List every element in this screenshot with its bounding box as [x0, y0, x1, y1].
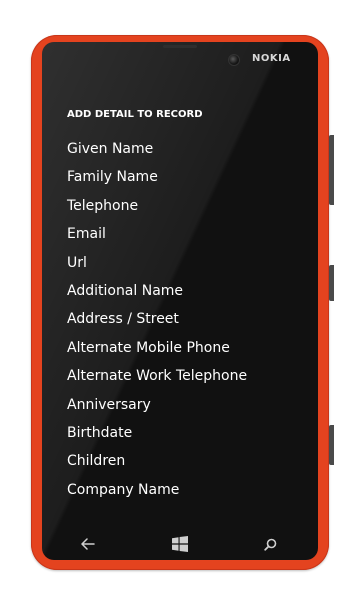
hardware-nav-bar: [42, 528, 318, 560]
list-item[interactable]: Given Name: [67, 135, 247, 163]
back-arrow-icon: [81, 538, 95, 550]
list-item[interactable]: Url: [67, 249, 247, 277]
search-icon: [263, 538, 276, 551]
windows-logo-icon: [172, 536, 188, 552]
camera-button[interactable]: [329, 425, 334, 465]
list-item[interactable]: Telephone: [67, 192, 247, 220]
list-item[interactable]: Alternate Mobile Phone: [67, 334, 247, 362]
list-item[interactable]: Children: [67, 447, 247, 475]
power-button[interactable]: [329, 265, 334, 301]
list-item[interactable]: Family Name: [67, 163, 247, 191]
front-camera: [228, 54, 240, 66]
list-item[interactable]: Additional Name: [67, 277, 247, 305]
app-screen: ADD DETAIL TO RECORD Given Name Family N…: [50, 95, 310, 528]
page-title: ADD DETAIL TO RECORD: [67, 109, 203, 120]
list-item[interactable]: Address / Street: [67, 305, 247, 333]
back-button[interactable]: [68, 528, 108, 560]
list-item[interactable]: Alternate Work Telephone: [67, 362, 247, 390]
list-item[interactable]: Company Name: [67, 476, 247, 504]
list-item[interactable]: Email: [67, 220, 247, 248]
detail-list: Given Name Family Name Telephone Email U…: [67, 135, 247, 504]
earpiece-speaker: [163, 45, 197, 48]
phone-face: NOKIA ADD DETAIL TO RECORD Given Name Fa…: [42, 42, 318, 560]
volume-button[interactable]: [329, 135, 334, 205]
list-item[interactable]: Anniversary: [67, 391, 247, 419]
search-button[interactable]: [250, 528, 290, 560]
device-frame: NOKIA ADD DETAIL TO RECORD Given Name Fa…: [0, 0, 360, 600]
start-button[interactable]: [160, 528, 200, 560]
list-item[interactable]: Birthdate: [67, 419, 247, 447]
brand-logo: NOKIA: [252, 53, 291, 64]
